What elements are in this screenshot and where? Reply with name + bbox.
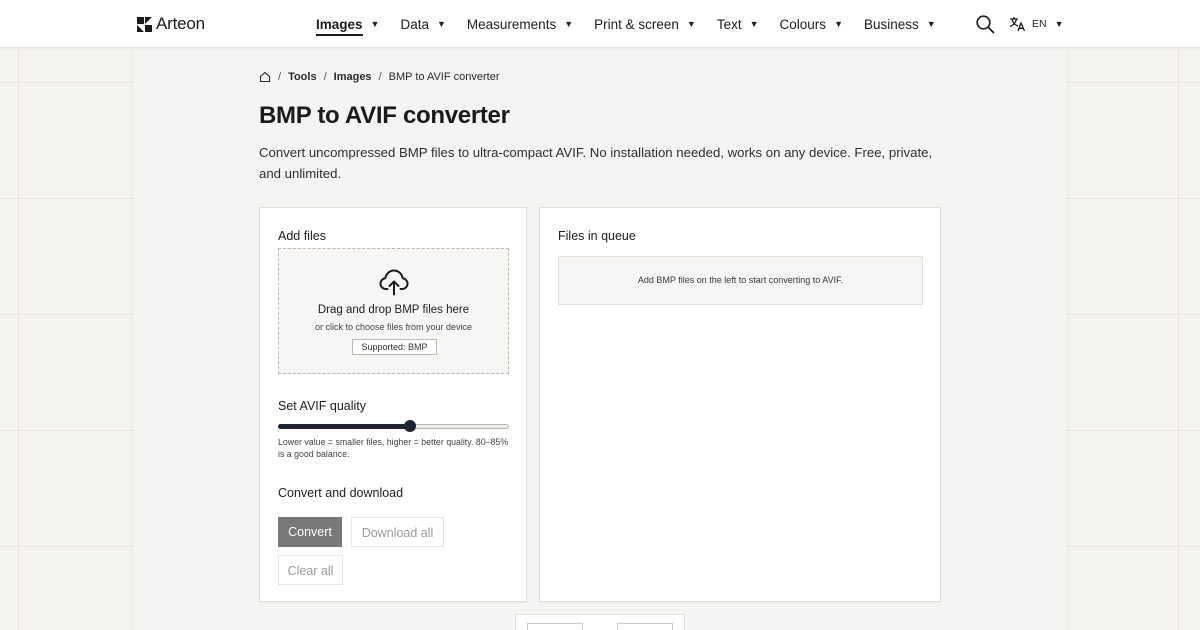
language-selector[interactable]: EN ▼ [1009,14,1064,34]
brand-name: Arteon [156,14,205,33]
convert-download-heading: Convert and download [278,486,404,500]
nav-item-label: Measurements [466,16,557,32]
breadcrumb: / Tools / Images / BMP to AVIF converter [259,69,499,85]
converter-controls-card: Add files Drag and drop BMP files here o… [259,207,527,602]
nav-item-data[interactable]: Data ▼ [400,0,445,48]
cloud-upload-icon [379,269,409,296]
caret-down-icon: ▼ [1054,19,1064,29]
bottom-pager [515,614,685,630]
arteon-logo-icon [137,16,152,32]
breadcrumb-separator: / [323,71,327,83]
file-dropzone[interactable]: Drag and drop BMP files here or click to… [278,248,509,374]
dropzone-title: Drag and drop BMP files here [317,304,470,316]
queue-empty-state: Add BMP files on the left to start conve… [558,256,923,305]
download-all-button[interactable]: Download all [351,517,444,547]
caret-down-icon: ▼ [686,19,696,29]
language-code: EN [1032,18,1047,30]
search-icon[interactable] [975,14,995,34]
slider-thumb[interactable] [404,420,416,432]
nav-item-colours[interactable]: Colours ▼ [780,0,843,48]
quality-slider[interactable] [278,420,509,432]
nav-item-label: Colours [779,16,827,32]
quality-help-text: Lower value = smaller files, higher = be… [278,437,509,459]
nav-item-label: Business [863,16,919,32]
caret-down-icon: ▼ [926,19,936,29]
breadcrumb-tools[interactable]: Tools [288,71,317,83]
breadcrumb-images[interactable]: Images [334,71,372,83]
nav-item-label: Data [400,16,429,32]
nav-item-measurements[interactable]: Measurements ▼ [467,0,573,48]
convert-button[interactable]: Convert [278,517,342,547]
quality-heading: Set AVIF quality [278,399,367,413]
breadcrumb-separator: / [378,71,382,83]
pager-button-previous[interactable] [527,623,583,630]
add-files-heading: Add files [278,229,326,243]
page-description: Convert uncompressed BMP files to ultra-… [259,145,933,181]
slider-fill [278,424,410,429]
queue-heading: Files in queue [558,229,636,243]
top-navigation-bar: Arteon Images ▼ Data ▼ Measurements ▼ Pr… [0,0,1200,48]
nav-item-label: Images [316,16,363,36]
home-icon[interactable] [259,71,271,83]
caret-down-icon: ▼ [370,19,380,29]
nav-item-text[interactable]: Text ▼ [717,0,759,48]
translate-icon [1009,17,1026,32]
caret-down-icon: ▼ [834,19,843,29]
page-title: BMP to AVIF converter [259,102,510,129]
brand-logo[interactable]: Arteon [137,14,205,34]
nav-item-print-screen[interactable]: Print & screen ▼ [594,0,696,48]
breadcrumb-separator: / [278,71,282,83]
nav-item-business[interactable]: Business ▼ [864,0,936,48]
pager-button-next[interactable] [617,623,673,630]
supported-formats-badge: Supported: BMP [352,339,437,355]
nav-item-images[interactable]: Images ▼ [316,0,379,48]
nav-item-label: Text [716,16,742,32]
caret-down-icon: ▼ [564,19,574,29]
queue-card: Files in queue Add BMP files on the left… [539,207,941,602]
breadcrumb-current: BMP to AVIF converter [388,71,500,83]
dropzone-subtitle: or click to choose files from your devic… [314,322,473,332]
nav-item-label: Print & screen [594,16,679,32]
caret-down-icon: ▼ [436,19,446,29]
caret-down-icon: ▼ [749,19,759,29]
clear-all-button[interactable]: Clear all [278,555,343,585]
main-nav: Images ▼ Data ▼ Measurements ▼ Print & s… [316,0,957,48]
